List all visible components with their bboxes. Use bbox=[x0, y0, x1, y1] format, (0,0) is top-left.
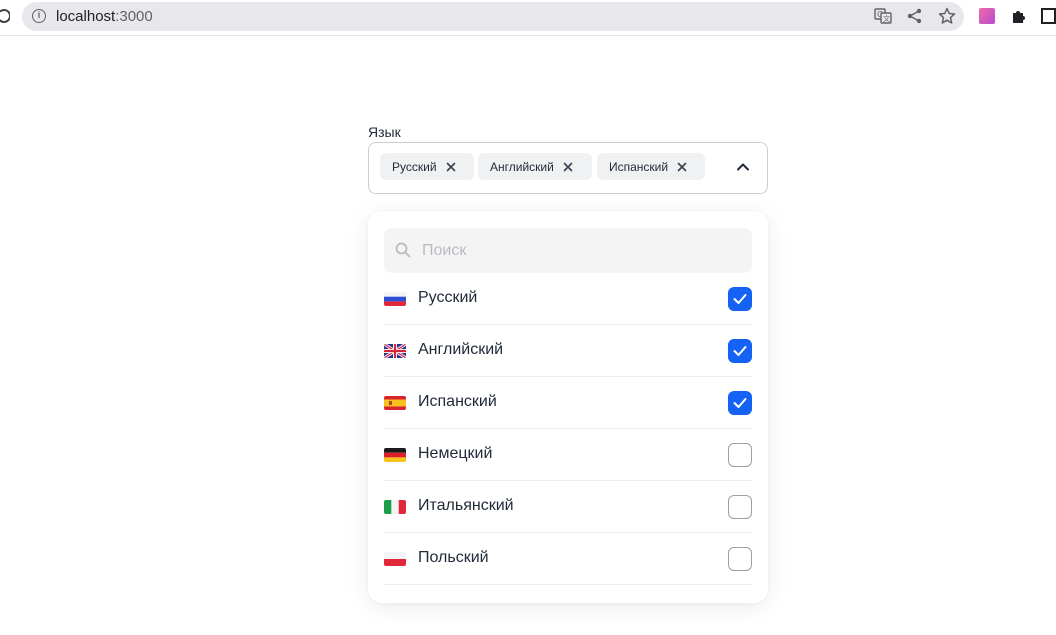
option-checkbox[interactable] bbox=[728, 339, 752, 363]
spain-flag-icon bbox=[384, 396, 406, 410]
option-label: Немецкий bbox=[418, 445, 493, 462]
search-input[interactable] bbox=[422, 239, 742, 263]
option-label: Итальянский bbox=[418, 497, 514, 514]
option-item[interactable]: Испанский bbox=[384, 377, 752, 429]
address-bar[interactable]: i localhost:3000 G文 bbox=[22, 2, 964, 31]
search-box[interactable] bbox=[384, 228, 752, 273]
option-checkbox[interactable] bbox=[728, 443, 752, 467]
selected-chip: Испанский bbox=[597, 153, 705, 180]
translate-icon[interactable]: G文 bbox=[874, 7, 892, 25]
close-icon[interactable] bbox=[561, 160, 575, 174]
option-checkbox[interactable] bbox=[728, 391, 752, 415]
search-icon bbox=[394, 241, 412, 259]
selected-chip: Английский bbox=[478, 153, 592, 180]
extension-icon[interactable] bbox=[978, 7, 996, 25]
russia-flag-icon bbox=[384, 292, 406, 306]
option-item[interactable]: Итальянский bbox=[384, 481, 752, 533]
option-label: Испанский bbox=[418, 393, 497, 410]
sidebar-icon[interactable] bbox=[1040, 7, 1056, 25]
selected-chip: Русский bbox=[380, 153, 474, 180]
svg-text:文: 文 bbox=[883, 14, 890, 23]
browser-toolbar: i localhost:3000 G文 bbox=[0, 0, 1056, 36]
url-host: localhost bbox=[56, 8, 116, 25]
close-icon[interactable] bbox=[444, 160, 458, 174]
url-port: :3000 bbox=[115, 8, 153, 25]
puzzle-icon[interactable] bbox=[1010, 7, 1028, 25]
share-icon[interactable] bbox=[906, 7, 924, 25]
poland-flag-icon bbox=[384, 552, 406, 566]
option-checkbox[interactable] bbox=[728, 287, 752, 311]
chip-label: Английский bbox=[490, 159, 554, 174]
url-text[interactable]: localhost:3000 bbox=[56, 8, 153, 25]
option-item[interactable]: Русский bbox=[384, 273, 752, 325]
option-label: Английский bbox=[418, 341, 504, 358]
reload-icon[interactable] bbox=[0, 7, 11, 25]
close-icon[interactable] bbox=[675, 160, 689, 174]
option-item[interactable]: Немецкий bbox=[384, 429, 752, 481]
italy-flag-icon bbox=[384, 500, 406, 514]
bookmark-star-icon[interactable] bbox=[938, 7, 956, 25]
option-item[interactable]: Английский bbox=[384, 325, 752, 377]
multi-select-trigger[interactable]: Русский Английский Испанский bbox=[368, 142, 768, 194]
chevron-up-icon[interactable] bbox=[735, 159, 751, 175]
option-label: Польский bbox=[418, 549, 489, 566]
germany-flag-icon bbox=[384, 448, 406, 462]
options-dropdown: Русский Английский Испанский Немецкий bbox=[368, 211, 768, 603]
option-checkbox[interactable] bbox=[728, 495, 752, 519]
field-label: Язык bbox=[368, 124, 401, 140]
option-label: Русский bbox=[418, 289, 478, 306]
uk-flag-icon bbox=[384, 344, 406, 358]
option-item[interactable]: Польский bbox=[384, 533, 752, 585]
chip-label: Испанский bbox=[609, 159, 669, 174]
info-icon[interactable]: i bbox=[32, 9, 46, 23]
chip-label: Русский bbox=[392, 159, 437, 174]
option-checkbox[interactable] bbox=[728, 547, 752, 571]
